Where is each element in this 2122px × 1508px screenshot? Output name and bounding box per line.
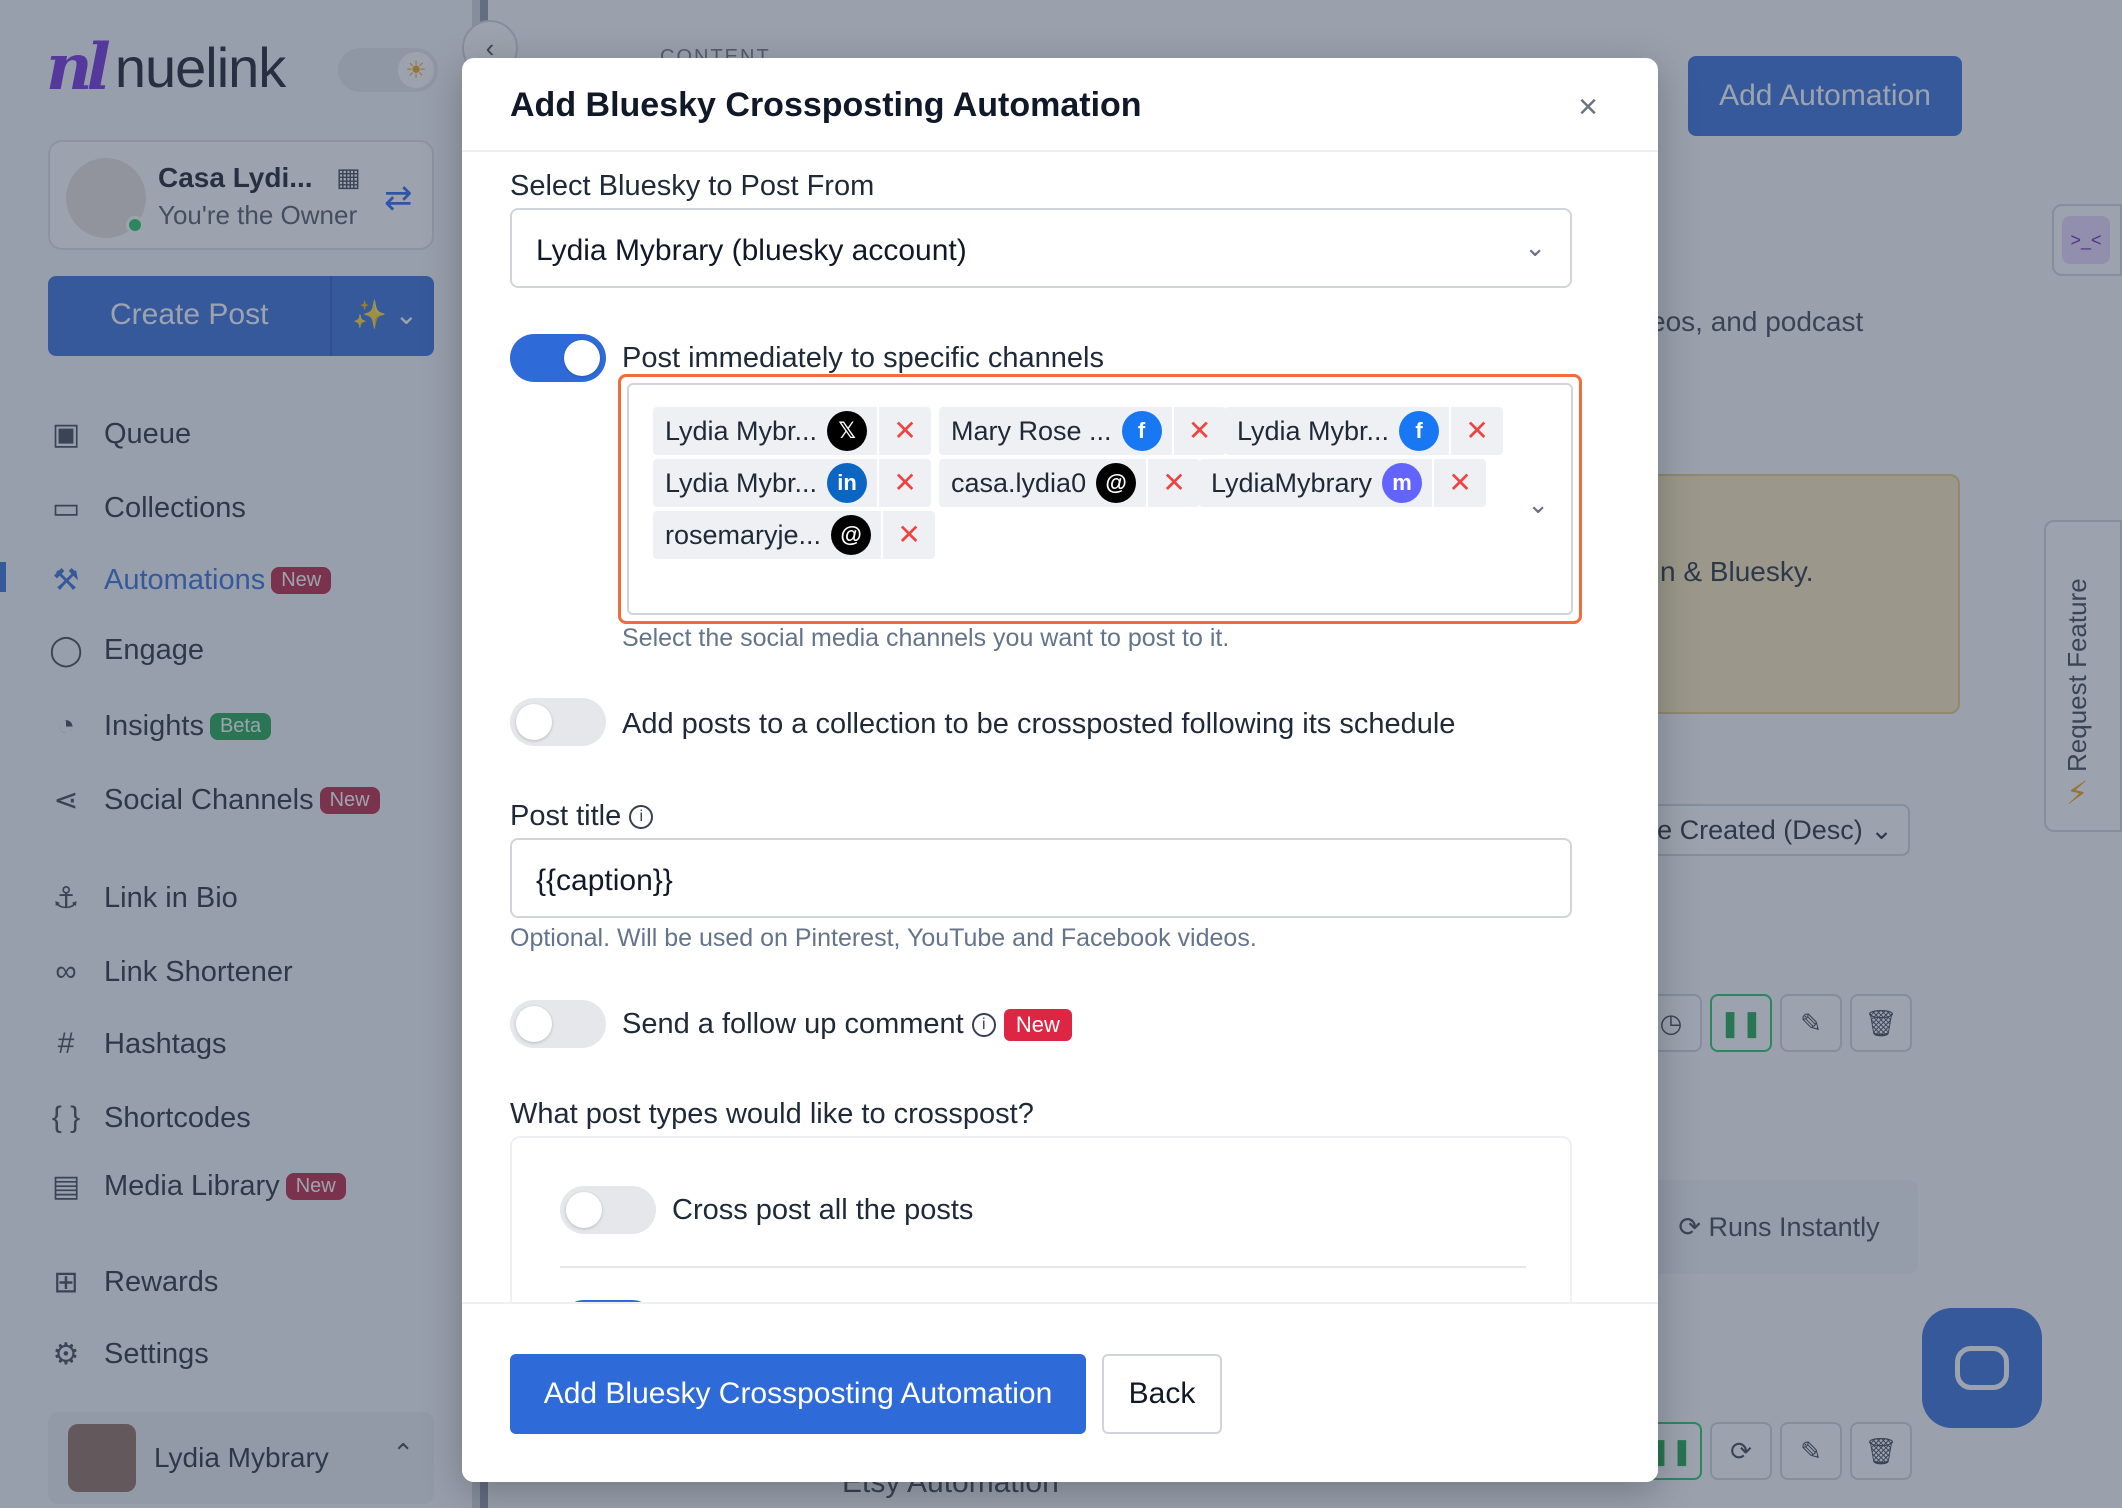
chevron-down-icon[interactable]: ⌄	[1527, 489, 1549, 520]
channel-name: rosemaryje...	[665, 519, 822, 550]
remove-channel-icon[interactable]: ✕	[1432, 459, 1486, 507]
divider	[560, 1266, 1526, 1268]
new-badge: New	[1003, 1009, 1072, 1042]
channel-name: LydiaMybrary	[1211, 467, 1373, 498]
remove-channel-icon[interactable]: ✕	[1146, 459, 1200, 507]
post-title-label-text: Post title	[510, 800, 622, 832]
modal-title: Add Bluesky Crossposting Automation	[510, 86, 1142, 124]
follow-up-toggle[interactable]	[510, 1000, 606, 1048]
channel-chip: Lydia Mybr... in ✕	[653, 459, 932, 507]
channel-chip: Mary Rose ... f ✕	[939, 407, 1226, 455]
channels-multiselect[interactable]: ⌄ Lydia Mybr... 𝕏 ✕ Mary Rose ... f ✕ Lydia My…	[627, 383, 1573, 615]
select-account-label: Select Bluesky to Post From	[510, 170, 875, 202]
facebook-icon: f	[1121, 411, 1162, 451]
channel-name: Lydia Mybr...	[1237, 415, 1390, 446]
back-button[interactable]: Back	[1102, 1354, 1222, 1434]
threads-icon: @	[1096, 463, 1137, 503]
linkedin-icon: in	[827, 463, 868, 503]
channel-chip: rosemaryje... @ ✕	[653, 511, 936, 559]
close-icon[interactable]: ×	[1578, 88, 1598, 127]
post-immediately-toggle[interactable]	[510, 334, 606, 382]
toggle-knob	[564, 340, 600, 376]
chevron-down-icon: ⌄	[1524, 232, 1546, 262]
channels-select-focus: ⌄ Lydia Mybr... 𝕏 ✕ Mary Rose ... f ✕ Lydia My…	[618, 374, 1582, 624]
channel-name: Lydia Mybr...	[665, 415, 818, 446]
channel-chip: casa.lydia0 @ ✕	[939, 459, 1201, 507]
channel-chip: LydiaMybrary m ✕	[1199, 459, 1487, 507]
modal-footer: Add Bluesky Crossposting Automation Back	[462, 1302, 1658, 1482]
post-title-input[interactable]: {{caption}}	[510, 838, 1572, 918]
submit-automation-button[interactable]: Add Bluesky Crossposting Automation	[510, 1354, 1086, 1434]
header-divider	[462, 150, 1658, 152]
follow-up-label: Send a follow up comment i New	[622, 1008, 1072, 1042]
toggle-knob	[516, 1006, 552, 1042]
follow-up-label-text: Send a follow up comment	[622, 1008, 964, 1040]
info-icon[interactable]: i	[629, 805, 654, 830]
threads-icon: @	[831, 515, 872, 555]
account-select-value: Lydia Mybrary (bluesky account)	[536, 234, 967, 267]
collection-toggle[interactable]	[510, 698, 606, 746]
channel-name: Lydia Mybr...	[665, 467, 818, 498]
remove-channel-icon[interactable]: ✕	[877, 407, 931, 455]
facebook-icon: f	[1399, 411, 1440, 451]
post-types-label: What post types would like to crosspost?	[510, 1098, 1034, 1130]
account-select[interactable]: Lydia Mybrary (bluesky account) ⌄	[510, 208, 1572, 288]
channel-chip: Lydia Mybr... f ✕	[1225, 407, 1504, 455]
mastodon-icon: m	[1382, 463, 1423, 503]
toggle-knob	[566, 1192, 602, 1228]
add-automation-modal: Add Bluesky Crossposting Automation × Se…	[462, 58, 1658, 1482]
remove-channel-icon[interactable]: ✕	[877, 459, 931, 507]
post-immediately-label: Post immediately to specific channels	[622, 342, 1104, 374]
channels-help-text: Select the social media channels you wan…	[622, 624, 1230, 652]
collection-label: Add posts to a collection to be crosspos…	[622, 708, 1456, 740]
x-icon: 𝕏	[827, 411, 868, 451]
channel-chip: Lydia Mybr... 𝕏 ✕	[653, 407, 932, 455]
post-title-label: Post title i	[510, 800, 654, 833]
post-title-help-text: Optional. Will be used on Pinterest, You…	[510, 924, 1257, 952]
toggle-knob	[516, 704, 552, 740]
cross-all-label: Cross post all the posts	[672, 1194, 974, 1226]
cross-all-toggle[interactable]	[560, 1186, 656, 1234]
info-icon[interactable]: i	[971, 1013, 996, 1038]
remove-channel-icon[interactable]: ✕	[1449, 407, 1503, 455]
post-title-value: {{caption}}	[536, 864, 673, 897]
remove-channel-icon[interactable]: ✕	[881, 511, 935, 559]
channel-name: Mary Rose ...	[951, 415, 1112, 446]
channel-name: casa.lydia0	[951, 467, 1087, 498]
remove-channel-icon[interactable]: ✕	[1171, 407, 1226, 455]
